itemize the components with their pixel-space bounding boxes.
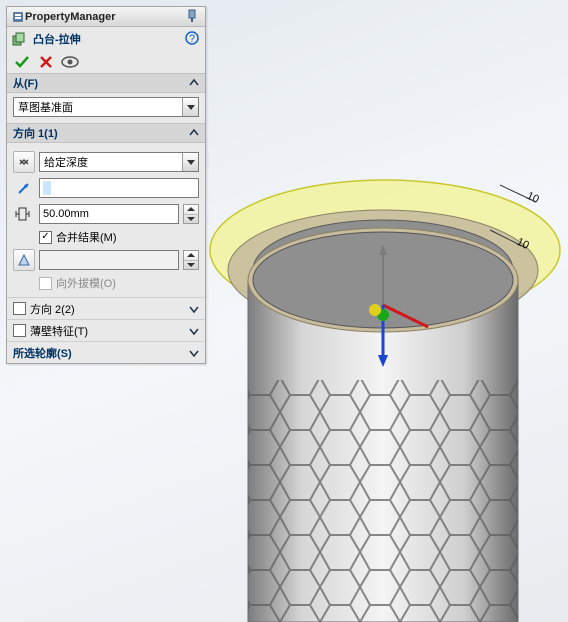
chevron-down-icon	[182, 98, 198, 116]
feature-header: 凸台-拉伸 ?	[7, 27, 205, 51]
direction-vector-value	[43, 181, 51, 195]
preview-icon[interactable]	[61, 53, 79, 71]
thin-checkbox[interactable]	[13, 324, 26, 337]
chevron-down-icon	[189, 326, 199, 336]
ok-button[interactable]	[13, 53, 31, 71]
cancel-button[interactable]	[37, 53, 55, 71]
depth-icon	[13, 203, 35, 225]
end-condition-value: 给定深度	[40, 154, 182, 170]
thin-title: 薄壁特征(T)	[30, 323, 88, 339]
svg-text:?: ?	[189, 33, 195, 45]
from-title: 从(F)	[13, 75, 38, 91]
boss-extrude-icon	[11, 30, 29, 48]
draft-button[interactable]	[13, 249, 35, 271]
panel-titlebar: PropertyManager	[7, 7, 205, 27]
model-preview: 10 10	[200, 150, 568, 622]
spin-down-icon[interactable]	[184, 261, 198, 270]
reverse-direction-button[interactable]	[13, 151, 35, 173]
chevron-down-icon	[189, 304, 199, 314]
chevron-down-icon	[182, 153, 198, 171]
merge-result-row[interactable]: 合并结果(M)	[13, 229, 199, 245]
direction1-section-header[interactable]: 方向 1(1)	[7, 123, 205, 143]
direction1-title: 方向 1(1)	[13, 125, 58, 141]
direction2-section[interactable]: 方向 2(2)	[7, 297, 205, 319]
end-condition-combo[interactable]: 给定深度	[39, 152, 199, 172]
start-condition-combo[interactable]: 草图基准面	[13, 97, 199, 117]
pin-icon[interactable]	[185, 9, 201, 25]
selected-contours-section[interactable]: 所选轮廓(S)	[7, 341, 205, 363]
svg-text:10: 10	[525, 190, 541, 206]
start-condition-value: 草图基准面	[14, 99, 182, 115]
direction-vector-field[interactable]	[39, 178, 199, 198]
direction2-checkbox[interactable]	[13, 302, 26, 315]
draft-angle-input[interactable]	[39, 250, 179, 270]
draft-spinner[interactable]	[183, 250, 199, 270]
chevron-up-icon	[189, 128, 199, 138]
draft-outward-row: 向外拔模(O)	[13, 275, 199, 291]
spin-up-icon[interactable]	[184, 205, 198, 215]
from-section-header[interactable]: 从(F)	[7, 73, 205, 93]
depth-value: 50.00mm	[43, 208, 89, 220]
chevron-down-icon	[189, 348, 199, 358]
spin-up-icon[interactable]	[184, 251, 198, 261]
draft-outward-checkbox	[39, 277, 52, 290]
direction-vector-icon[interactable]	[13, 177, 35, 199]
feature-title: 凸台-拉伸	[33, 31, 185, 47]
selected-contours-title: 所选轮廓(S)	[13, 345, 72, 361]
thin-feature-section[interactable]: 薄壁特征(T)	[7, 319, 205, 341]
panel-menu-icon	[11, 10, 25, 24]
draft-outward-label: 向外拔模(O)	[56, 275, 116, 291]
from-section-body: 草图基准面	[7, 93, 205, 123]
depth-input[interactable]: 50.00mm	[39, 204, 179, 224]
depth-spinner[interactable]	[183, 204, 199, 224]
merge-checkbox[interactable]	[39, 231, 52, 244]
spin-down-icon[interactable]	[184, 215, 198, 224]
merge-label: 合并结果(M)	[56, 229, 117, 245]
direction1-section-body: 给定深度 50.00mm	[7, 143, 205, 297]
help-icon[interactable]: ?	[185, 31, 201, 47]
direction2-title: 方向 2(2)	[30, 301, 75, 317]
chevron-up-icon	[189, 78, 199, 88]
confirm-row	[7, 51, 205, 73]
property-manager-panel: PropertyManager 凸台-拉伸 ? 从(F)	[6, 6, 206, 364]
panel-title: PropertyManager	[25, 11, 185, 23]
